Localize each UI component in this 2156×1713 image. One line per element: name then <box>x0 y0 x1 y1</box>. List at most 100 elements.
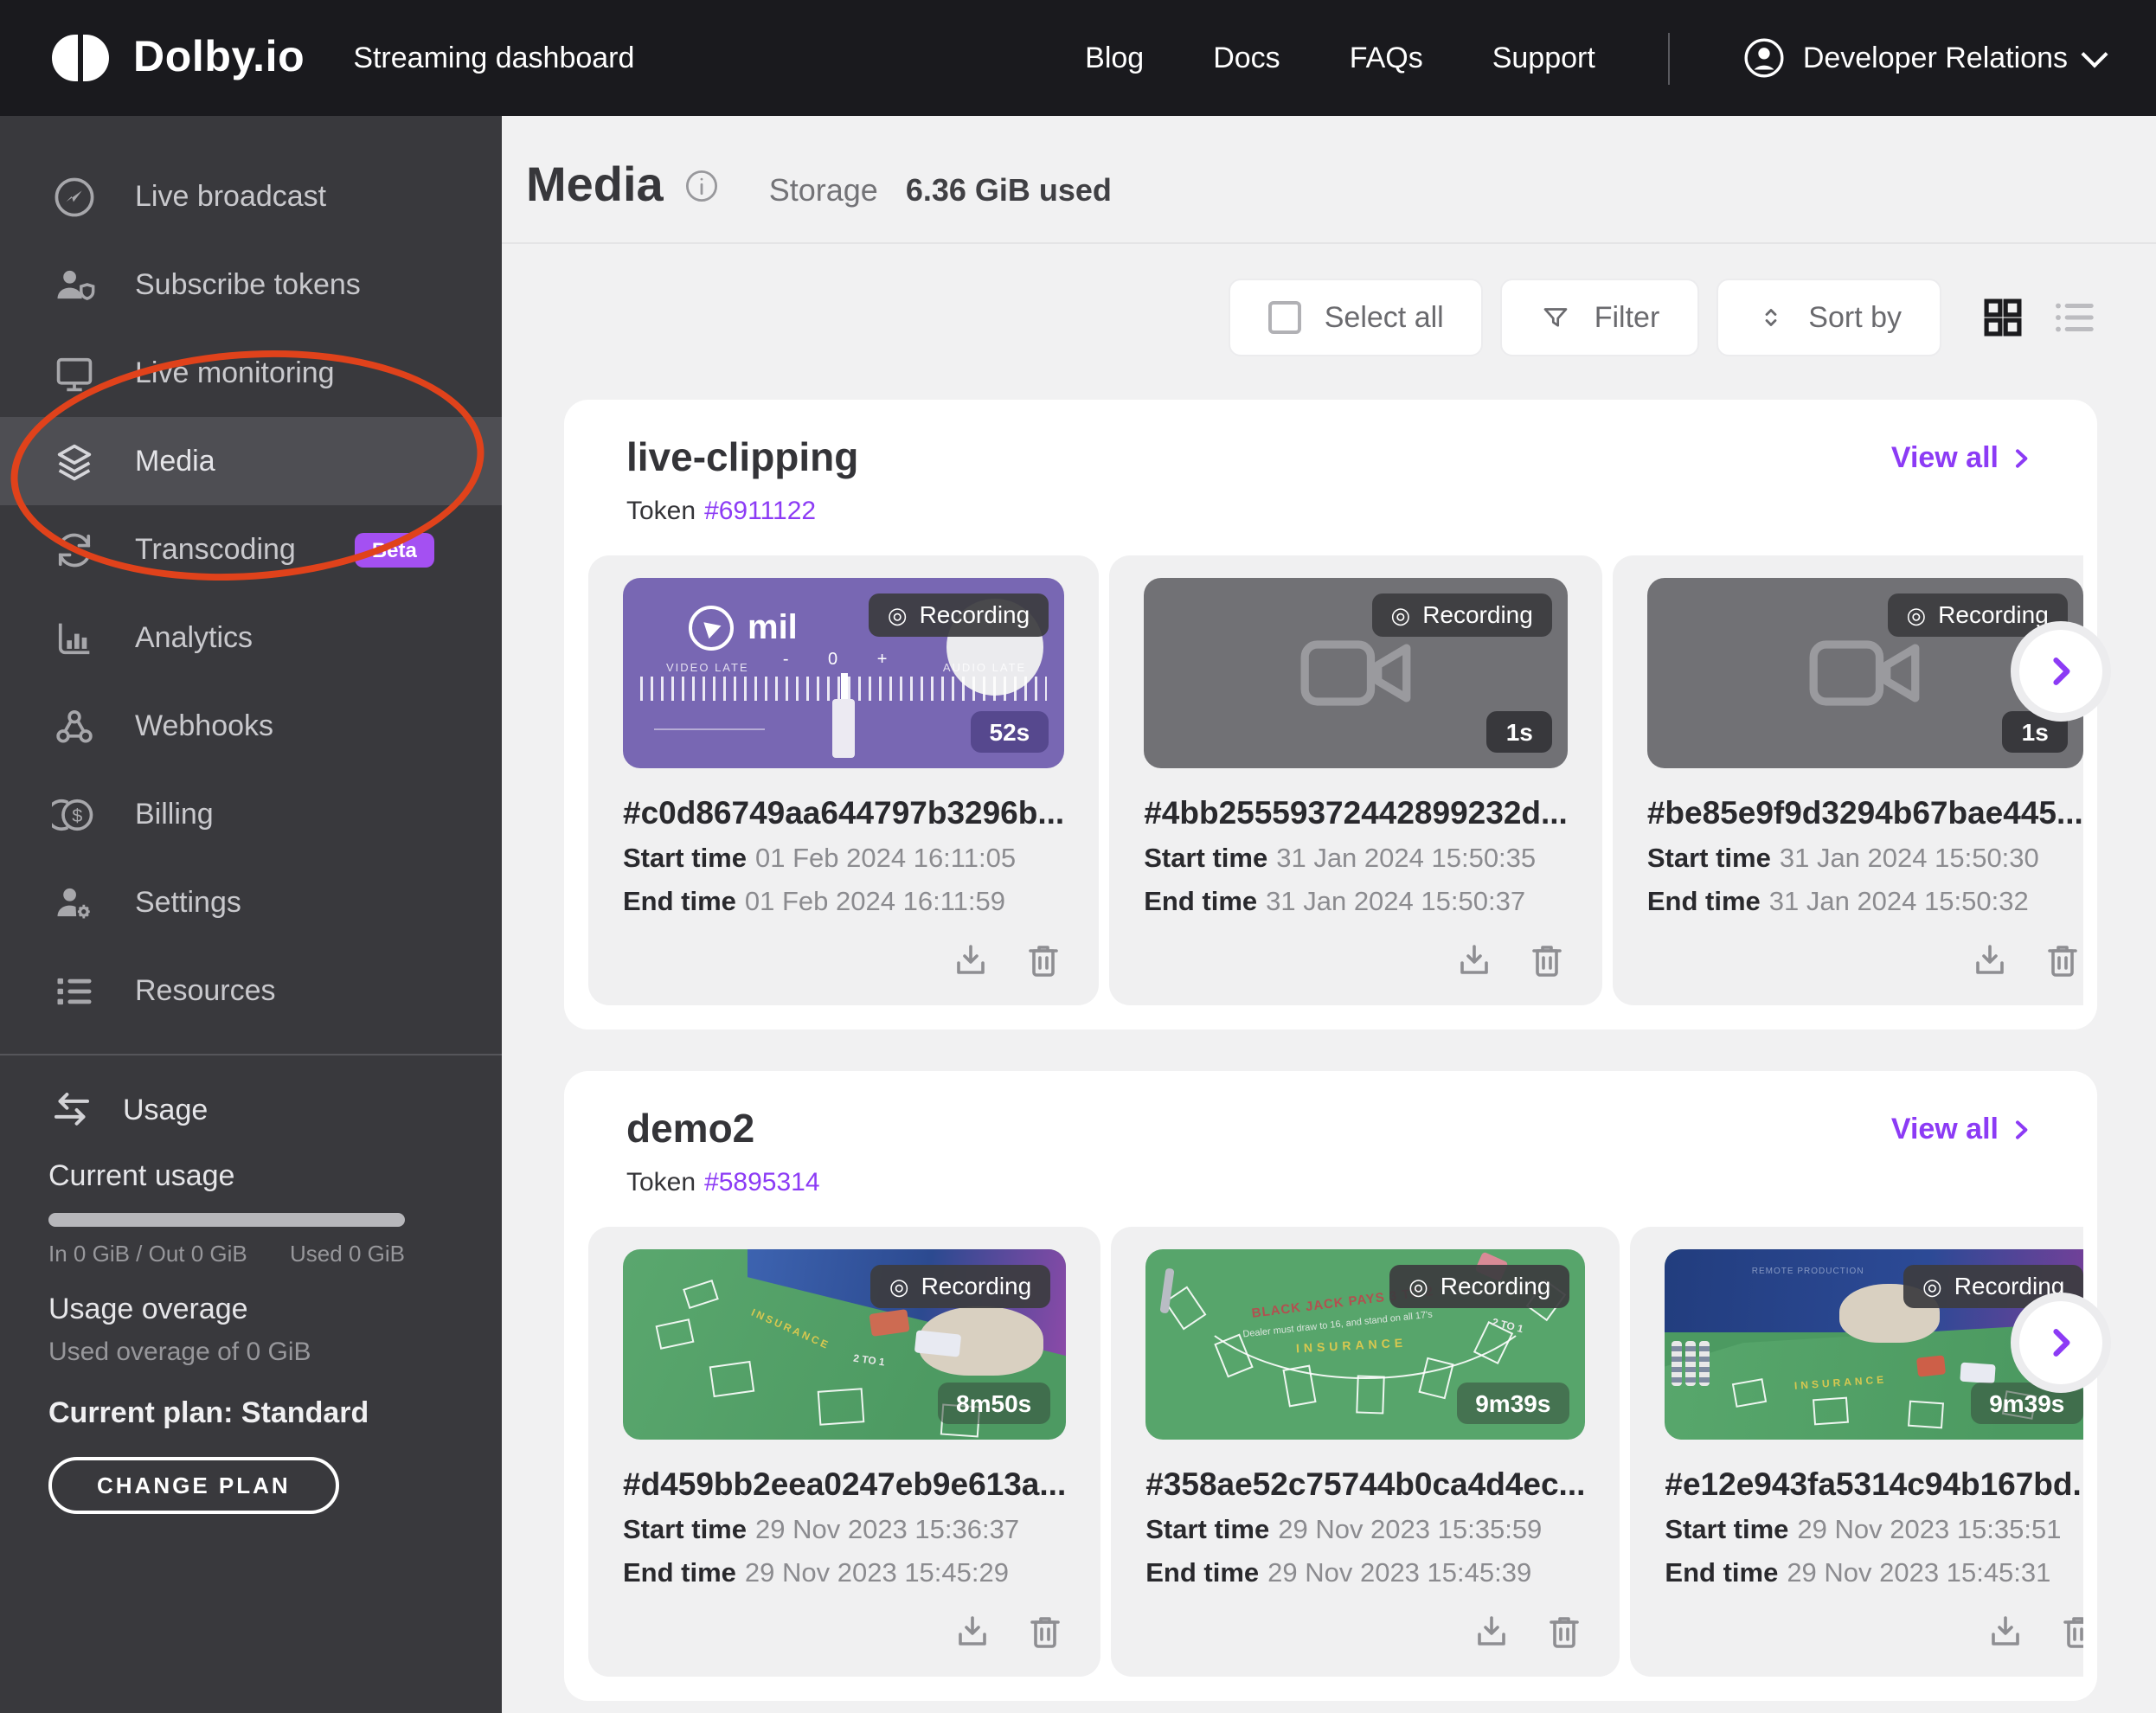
sidebar-item-label: Live monitoring <box>135 356 335 390</box>
info-icon[interactable] <box>684 167 721 203</box>
grid-view-icon[interactable] <box>1980 294 2026 341</box>
carousel-next-button[interactable] <box>2011 1293 2111 1393</box>
chevron-down-icon <box>2081 41 2108 67</box>
filter-label: Filter <box>1595 300 1660 335</box>
broadcast-icon <box>52 174 97 219</box>
millicast-logo: mil <box>689 606 798 651</box>
section-demo2: demo2 Token #5895314 View all <box>564 1071 2097 1701</box>
toolbar: Select all Filter Sort by <box>502 279 2097 356</box>
account-menu[interactable]: Developer Relations <box>1742 36 2104 80</box>
chevron-right-icon <box>2007 1116 2035 1144</box>
analytics-icon <box>52 615 97 660</box>
sort-icon <box>1756 303 1786 332</box>
section-live-clipping: live-clipping Token#6911122 View all <box>564 400 2097 1030</box>
start-time-row: Start time29 Nov 2023 15:35:59 <box>1145 1516 1585 1547</box>
duration-badge: 1s <box>1487 711 1552 753</box>
page-header: Media Storage 6.36 GiB used <box>502 116 2156 213</box>
start-time-row: Start time29 Nov 2023 15:35:51 <box>1665 1516 2083 1547</box>
bet-spot <box>817 1389 864 1427</box>
sidebar-item-resources[interactable]: Resources <box>0 946 502 1035</box>
chevron-right-icon <box>2042 652 2080 690</box>
view-all-link[interactable]: View all <box>1891 1113 2035 1147</box>
view-all-link[interactable]: View all <box>1891 441 2035 476</box>
download-icon[interactable] <box>1985 1611 2026 1652</box>
list-view-icon[interactable] <box>2050 294 2097 341</box>
select-all-checkbox[interactable] <box>1269 301 1302 334</box>
sidebar-item-billing[interactable]: $ Billing <box>0 770 502 858</box>
token-label: Token <box>626 1168 696 1197</box>
bet-spot <box>709 1361 755 1397</box>
sidebar-item-analytics[interactable]: Analytics <box>0 593 502 682</box>
carousel-next-button[interactable] <box>2011 621 2111 722</box>
token-link[interactable]: #5895314 <box>704 1168 820 1197</box>
resources-icon <box>52 968 97 1013</box>
record-icon: ◎ <box>1391 603 1411 626</box>
media-card[interactable]: ◎Recording INSURANCE 2 TO 1 <box>588 1227 1100 1677</box>
delete-icon[interactable] <box>2042 940 2083 981</box>
brand-name: Dolby.io <box>133 33 305 83</box>
sidebar-item-webhooks[interactable]: Webhooks <box>0 682 502 770</box>
recording-badge: ◎Recording <box>1389 1265 1569 1308</box>
sidebar-item-label: Live broadcast <box>135 179 326 214</box>
filter-button[interactable]: Filter <box>1501 279 1700 356</box>
media-card[interactable]: ◎Recording 1s #be85e9f9d3294b67bae445...… <box>1613 555 2083 1005</box>
sidebar-item-transcoding[interactable]: Transcoding Beta <box>0 505 502 593</box>
download-icon[interactable] <box>1471 1611 1512 1652</box>
change-plan-button[interactable]: CHANGE PLAN <box>48 1457 339 1514</box>
record-icon: ◎ <box>1922 1274 1942 1297</box>
download-icon[interactable] <box>950 940 991 981</box>
record-icon: ◎ <box>1906 603 1926 626</box>
delete-icon[interactable] <box>1543 1611 1585 1652</box>
delete-icon[interactable] <box>2057 1611 2083 1652</box>
recording-badge: ◎Recording <box>1372 593 1552 637</box>
token-label: Token <box>626 497 696 526</box>
chevron-right-icon <box>2007 445 2035 472</box>
sidebar-item-live-monitoring[interactable]: Live monitoring <box>0 329 502 417</box>
sidebar-item-subscribe-tokens[interactable]: Subscribe tokens <box>0 241 502 329</box>
nav-faqs[interactable]: FAQs <box>1350 41 1423 75</box>
media-card[interactable]: ◎Recording 1s #4bb25559372442899232d... … <box>1109 555 1602 1005</box>
sidebar-item-label: Resources <box>135 973 276 1008</box>
dolby-double-d-icon <box>52 35 109 81</box>
download-icon[interactable] <box>1969 940 2011 981</box>
svg-text:$: $ <box>72 804 82 825</box>
nav-docs[interactable]: Docs <box>1213 41 1280 75</box>
usage-overage-label: Usage overage <box>48 1293 453 1327</box>
sidebar-item-label: Settings <box>135 885 241 920</box>
media-card[interactable]: REMOTE PRODUCTION ◎Recording INSURANCE <box>1630 1227 2083 1677</box>
sidebar-item-label: Subscribe tokens <box>135 267 361 302</box>
download-icon[interactable] <box>952 1611 993 1652</box>
nav-support[interactable]: Support <box>1492 41 1595 75</box>
delete-icon[interactable] <box>1023 940 1064 981</box>
delete-icon[interactable] <box>1024 1611 1066 1652</box>
sidebar-item-label: Media <box>135 444 215 478</box>
sidebar-item-settings[interactable]: Settings <box>0 858 502 946</box>
header-divider <box>502 242 2156 244</box>
duration-badge: 9m39s <box>1456 1383 1569 1424</box>
current-usage-label: Current usage <box>48 1159 453 1194</box>
sidebar-item-label: Analytics <box>135 620 253 655</box>
sidebar-item-live-broadcast[interactable]: Live broadcast <box>0 152 502 241</box>
topbar-divider <box>1668 32 1670 84</box>
media-id: #d459bb2eea0247eb9e613a... <box>623 1466 1066 1504</box>
end-time-row: End time31 Jan 2024 15:50:32 <box>1647 888 2083 919</box>
delete-icon[interactable] <box>1526 940 1568 981</box>
download-icon[interactable] <box>1453 940 1495 981</box>
media-card[interactable]: ◎Recording mil - 0 + VIDEO LATE AUDIO LA… <box>588 555 1099 1005</box>
select-all-button[interactable]: Select all <box>1229 279 1484 356</box>
token-link[interactable]: #6911122 <box>704 497 816 526</box>
dolby-logo[interactable]: Dolby.io <box>52 33 305 83</box>
video-late-label: VIDEO LATE <box>666 663 749 675</box>
filter-funnel-icon <box>1541 302 1572 333</box>
app-title: Streaming dashboard <box>353 41 634 75</box>
sidebar-item-label: Billing <box>135 797 214 831</box>
sidebar-item-label: Webhooks <box>135 709 273 743</box>
chevron-right-icon <box>2042 1324 2080 1362</box>
nav-blog[interactable]: Blog <box>1085 41 1144 75</box>
section-title: demo2 <box>626 1106 820 1152</box>
sidebar-item-media[interactable]: Media <box>0 417 502 505</box>
media-card[interactable]: ◎Recording BLACK JACK PAYS 3 TO 2 Dealer… <box>1111 1227 1620 1677</box>
sort-by-button[interactable]: Sort by <box>1716 279 1941 356</box>
video-camera-icon <box>1299 633 1413 713</box>
recording-badge: ◎Recording <box>870 1265 1050 1308</box>
